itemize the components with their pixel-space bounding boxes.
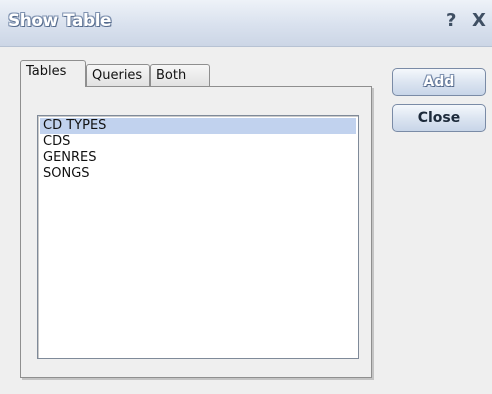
- list-item-cd-types[interactable]: CD TYPES: [40, 118, 356, 134]
- help-icon[interactable]: ?: [446, 10, 456, 31]
- list-item-songs[interactable]: SONGS: [40, 166, 356, 182]
- dialog-title: Show Table: [8, 11, 112, 31]
- close-icon[interactable]: X: [472, 10, 486, 31]
- list-item-genres[interactable]: GENRES: [40, 150, 356, 166]
- add-button[interactable]: Add: [392, 68, 486, 96]
- title-bar[interactable]: Show Table ? X: [0, 0, 492, 47]
- tables-tab-panel: CD TYPES CDS GENRES SONGS: [20, 86, 372, 378]
- tab-queries[interactable]: Queries: [86, 64, 150, 87]
- list-item-cds[interactable]: CDS: [40, 134, 356, 150]
- close-button[interactable]: Close: [392, 104, 486, 132]
- tab-tables[interactable]: Tables: [20, 60, 86, 87]
- show-table-dialog: Show Table ? X Tables Queries Both CD TY…: [0, 0, 492, 394]
- tab-both[interactable]: Both: [150, 64, 210, 87]
- table-listbox[interactable]: CD TYPES CDS GENRES SONGS: [37, 115, 359, 359]
